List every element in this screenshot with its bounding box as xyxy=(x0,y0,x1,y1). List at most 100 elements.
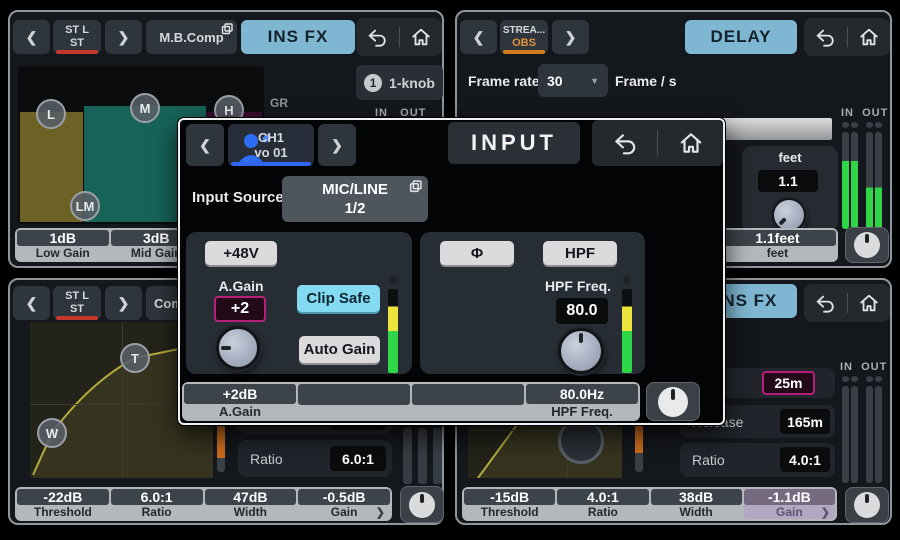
undo-icon xyxy=(366,26,388,48)
strip-cell-ratio[interactable]: 4.0:1 Ratio xyxy=(557,489,648,519)
strip-cell-hpf-freq[interactable]: 80.0Hz HPF Freq. xyxy=(526,384,638,419)
feet-knob[interactable] xyxy=(772,198,806,232)
hpf-meter xyxy=(622,276,632,373)
strip-cell-3[interactable] xyxy=(412,384,524,419)
nav-next-button[interactable]: ❯ xyxy=(552,20,589,54)
nav-next-button[interactable]: ❯ xyxy=(105,20,142,54)
home-button[interactable] xyxy=(848,284,891,322)
channel-color-bar xyxy=(56,50,98,54)
tab-delay[interactable]: DELAY xyxy=(685,20,797,54)
strip-value: 1dB xyxy=(17,230,109,246)
band-handle-l[interactable]: L xyxy=(36,99,66,129)
channel-select-button[interactable]: STREA... OBS xyxy=(500,20,548,54)
home-button[interactable] xyxy=(400,18,443,56)
home-button[interactable] xyxy=(848,18,891,56)
nav-next-button[interactable]: ❯ xyxy=(318,124,356,166)
chevron-left-icon: ❮ xyxy=(26,29,38,46)
row-value-selected[interactable]: 25m xyxy=(762,371,815,395)
strip-knob-button[interactable] xyxy=(400,486,444,523)
strip-cell-threshold[interactable]: -22dB Threshold xyxy=(17,489,109,519)
input-source-label: Input Source xyxy=(192,189,284,206)
undo-icon xyxy=(612,130,638,156)
nav-prev-button[interactable]: ❮ xyxy=(13,286,50,320)
channel-select-button[interactable]: ST L ST xyxy=(53,286,101,320)
strip-cell-threshold[interactable]: -15dB Threshold xyxy=(464,489,555,519)
channel-select-button[interactable]: ST L ST xyxy=(53,20,101,54)
row-label: Ratio xyxy=(250,451,283,467)
input-source-value: MIC/LINE xyxy=(322,180,388,199)
strip-cell-ratio[interactable]: 6.0:1 Ratio xyxy=(111,489,203,519)
system-header xyxy=(804,284,890,322)
knob-icon xyxy=(409,492,435,518)
gain-meter xyxy=(388,276,398,373)
row-value[interactable]: 4.0:1 xyxy=(780,447,830,472)
auto-gain-button[interactable]: Auto Gain xyxy=(299,336,380,363)
channel-name: ST L xyxy=(65,24,89,37)
again-knob[interactable] xyxy=(216,326,260,370)
undo-button[interactable] xyxy=(804,284,847,322)
width-handle[interactable]: W xyxy=(37,418,67,448)
dropdown-arrow-icon: ▼ xyxy=(590,76,599,86)
hpf-button[interactable]: HPF xyxy=(543,241,617,265)
row-value[interactable]: 6.0:1 xyxy=(330,446,386,471)
strip-cell-width[interactable]: 38dB Width xyxy=(651,489,742,519)
phantom-label: +48V xyxy=(223,245,258,262)
threshold-handle[interactable]: T xyxy=(120,343,150,373)
nav-next-button[interactable]: ❯ xyxy=(105,286,142,320)
strip-cell-2[interactable] xyxy=(298,384,410,419)
clip-safe-button[interactable]: Clip Safe xyxy=(297,285,380,312)
row-value-text: 25m xyxy=(774,375,802,391)
strip-value xyxy=(412,384,524,405)
strip-cell-feet[interactable]: 1.1feet feet xyxy=(719,230,836,260)
tab-ins-fx[interactable]: INS FX xyxy=(241,20,355,54)
strip-label: HPF Freq. xyxy=(551,404,612,419)
out-meter-l xyxy=(866,122,873,229)
strip-label: Gain xyxy=(776,505,803,519)
home-button[interactable] xyxy=(658,120,723,166)
channel-name2: OBS xyxy=(512,37,536,50)
knob-icon xyxy=(854,492,880,518)
undo-button[interactable] xyxy=(356,18,399,56)
in-out-labels: IN OUT xyxy=(840,361,887,373)
frame-rate-dropdown[interactable]: 30 ▼ xyxy=(538,64,608,97)
phase-button[interactable]: Φ xyxy=(440,241,514,265)
strip-knob-button[interactable] xyxy=(845,227,889,263)
strip-label: Threshold xyxy=(34,505,92,519)
chevron-right-icon: ❯ xyxy=(565,29,577,46)
band-handle-m[interactable]: M xyxy=(130,93,160,123)
phantom-48v-button[interactable]: +48V xyxy=(205,241,277,265)
hpf-freq-knob[interactable] xyxy=(558,328,604,374)
undo-button[interactable] xyxy=(804,18,847,56)
more-params-icon: ❯ xyxy=(821,506,830,519)
chevron-left-icon: ❮ xyxy=(473,29,485,46)
input-source-button[interactable]: MIC/LINE 1/2 xyxy=(282,176,428,222)
library-button[interactable]: M.B.Comp xyxy=(146,20,237,54)
param-row-ratio[interactable]: Ratio 6.0:1 xyxy=(238,440,392,477)
param-row-ratio[interactable]: Ratio 4.0:1 xyxy=(680,443,835,477)
strip-label: Mid Gain xyxy=(131,246,182,260)
in-meter-l xyxy=(842,122,849,229)
nav-prev-button[interactable]: ❮ xyxy=(186,124,224,166)
chevron-left-icon: ❮ xyxy=(26,295,38,312)
strip-cell-low-gain[interactable]: 1dB Low Gain xyxy=(17,230,109,260)
row-value[interactable]: 165m xyxy=(780,409,830,434)
home-icon xyxy=(858,26,880,48)
feet-value[interactable]: 1.1 xyxy=(758,170,818,192)
nav-prev-button[interactable]: ❮ xyxy=(13,20,50,54)
in-meter-l xyxy=(842,376,849,483)
strip-cell-gain[interactable]: -0.5dB Gain ❯ xyxy=(298,489,390,519)
strip-cell-again[interactable]: +2dB A.Gain xyxy=(184,384,296,419)
strip-cell-width[interactable]: 47dB Width xyxy=(205,489,297,519)
again-value[interactable]: +2 xyxy=(214,296,266,322)
undo-button[interactable] xyxy=(592,120,657,166)
home-icon xyxy=(678,130,704,156)
band-handle-lm[interactable]: LM xyxy=(70,191,100,221)
strip-cell-gain-selected[interactable]: -1.1dB Gain ❯ xyxy=(744,489,835,519)
channel-select-button[interactable]: CH1 vo 01 xyxy=(228,124,314,166)
hpf-freq-value[interactable]: 80.0 xyxy=(556,298,608,324)
one-icon: 1 xyxy=(364,74,382,92)
strip-knob-button[interactable] xyxy=(845,487,889,523)
one-knob-button[interactable]: 1 1-knob xyxy=(356,65,443,100)
strip-knob-button[interactable] xyxy=(646,382,700,421)
nav-prev-button[interactable]: ❮ xyxy=(460,20,497,54)
